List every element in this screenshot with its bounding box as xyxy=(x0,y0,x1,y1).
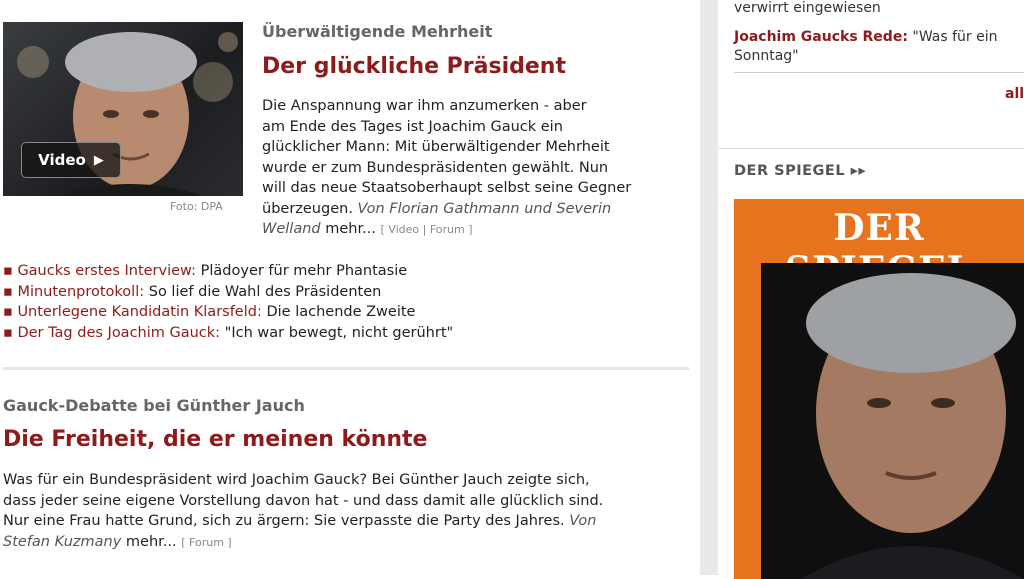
cover-portrait xyxy=(801,273,1024,579)
teaser-line: überzeugen. xyxy=(262,200,353,217)
related-item: ▪ Der Tag des Joachim Gauck: "Ich war be… xyxy=(3,324,454,341)
teaser-line: dass jeder seine eigene Vorstellung davo… xyxy=(3,492,604,509)
video-label: Video xyxy=(38,151,86,169)
related-text: So lief die Wahl des Präsidenten xyxy=(148,283,382,300)
teaser-line: will das neue Staatsoberhaupt selbst sei… xyxy=(262,180,632,196)
spiegel-box: DER SPIEGEL ▸▸ DER SPIEGEL xyxy=(718,148,1024,579)
photo-credit: Foto: DPA xyxy=(170,200,223,213)
play-icon: ▶ xyxy=(93,152,104,168)
magazine-cover[interactable]: DER SPIEGEL xyxy=(734,199,1024,579)
spiegel-header[interactable]: DER SPIEGEL ▸▸ xyxy=(734,163,866,179)
story-image[interactable]: Video ▶ xyxy=(3,22,243,196)
related-links: ▪ Gaucks erstes Interview: Plädoyer für … xyxy=(3,261,453,343)
sidebar-news-box: verwirrt eingewiesen Joachim Gaucks Rede… xyxy=(718,0,1024,118)
story1-teaser: Die Anspannung war ihm anzumerken - aber… xyxy=(262,96,698,241)
related-text: "Ich war bewegt, nicht gerührt" xyxy=(224,324,454,341)
main-column: Video ▶ Foto: DPA Überwältigende Mehrhei… xyxy=(0,0,700,575)
more-link[interactable]: mehr... xyxy=(325,221,376,237)
byline: Von xyxy=(569,513,597,529)
related-link[interactable]: Der Tag des Joachim Gauck: xyxy=(17,325,220,341)
related-link[interactable]: Gaucks erstes Interview: xyxy=(17,263,196,279)
forum-link[interactable]: Forum xyxy=(430,223,465,236)
divider xyxy=(3,367,689,370)
byline-cont: Stefan Kuzmany xyxy=(3,533,122,550)
teaser-line: glücklicher Mann: Mit überwältigender Me… xyxy=(262,139,610,155)
cover-spine-text xyxy=(740,319,752,569)
more-link[interactable]: mehr... xyxy=(126,534,177,550)
sidebar: verwirrt eingewiesen Joachim Gaucks Rede… xyxy=(718,0,1024,579)
cover-photo xyxy=(761,263,1024,579)
story1-headline[interactable]: Der glückliche Präsident xyxy=(262,54,566,79)
teaser-line: Die Anspannung war ihm anzumerken - aber xyxy=(262,98,587,114)
teaser-line: Nur eine Frau hatte Grund, sich zu ärger… xyxy=(3,513,565,529)
column-gutter xyxy=(700,0,718,575)
spiegel-header-label: DER SPIEGEL xyxy=(734,163,846,179)
byline-cont: Welland xyxy=(262,221,321,237)
speech-label[interactable]: Joachim Gaucks Rede: xyxy=(734,29,908,45)
speech-text: "Was für ein xyxy=(912,29,998,45)
related-link[interactable]: Unterlegene Kandidatin Klarsfeld: xyxy=(17,304,261,320)
forum-link[interactable]: Forum xyxy=(189,536,224,549)
story2-teaser: Was für ein Bundespräsident wird Joachim… xyxy=(3,470,693,553)
related-item: ▪ Gaucks erstes Interview: Plädoyer für … xyxy=(3,263,408,279)
teaser-line: Was für ein Bundespräsident wird Joachim… xyxy=(3,472,590,488)
video-link[interactable]: Video xyxy=(388,223,419,236)
speech-text-cont: Sonntag" xyxy=(734,48,799,64)
story2-headline[interactable]: Die Freiheit, die er meinen könnte xyxy=(3,427,427,452)
related-item: ▪ Minutenprotokoll: So lief die Wahl des… xyxy=(3,283,382,300)
byline: Von Florian Gathmann und Severin xyxy=(357,200,612,217)
sidebar-speech[interactable]: Joachim Gaucks Rede: "Was für ein Sonnta… xyxy=(734,28,1024,66)
all-link[interactable]: all xyxy=(1005,86,1024,102)
video-play-button[interactable]: Video ▶ xyxy=(21,142,121,178)
teaser-line: am Ende des Tages ist Joachim Gauck ein xyxy=(262,118,563,135)
story2-kicker: Gauck-Debatte bei Günther Jauch xyxy=(3,396,305,415)
related-text: Die lachende Zweite xyxy=(266,304,416,320)
teaser-line: wurde er zum Bundespräsidenten gewählt. … xyxy=(262,159,609,176)
sidebar-text[interactable]: verwirrt eingewiesen xyxy=(734,0,881,16)
story1-kicker: Überwältigende Mehrheit xyxy=(262,22,493,41)
related-item: ▪ Unterlegene Kandidatin Klarsfeld: Die … xyxy=(3,304,416,320)
divider xyxy=(734,72,1024,73)
related-text: Plädoyer für mehr Phantasie xyxy=(200,263,408,279)
double-chevron-icon: ▸▸ xyxy=(850,163,867,179)
related-link[interactable]: Minutenprotokoll: xyxy=(17,284,144,300)
